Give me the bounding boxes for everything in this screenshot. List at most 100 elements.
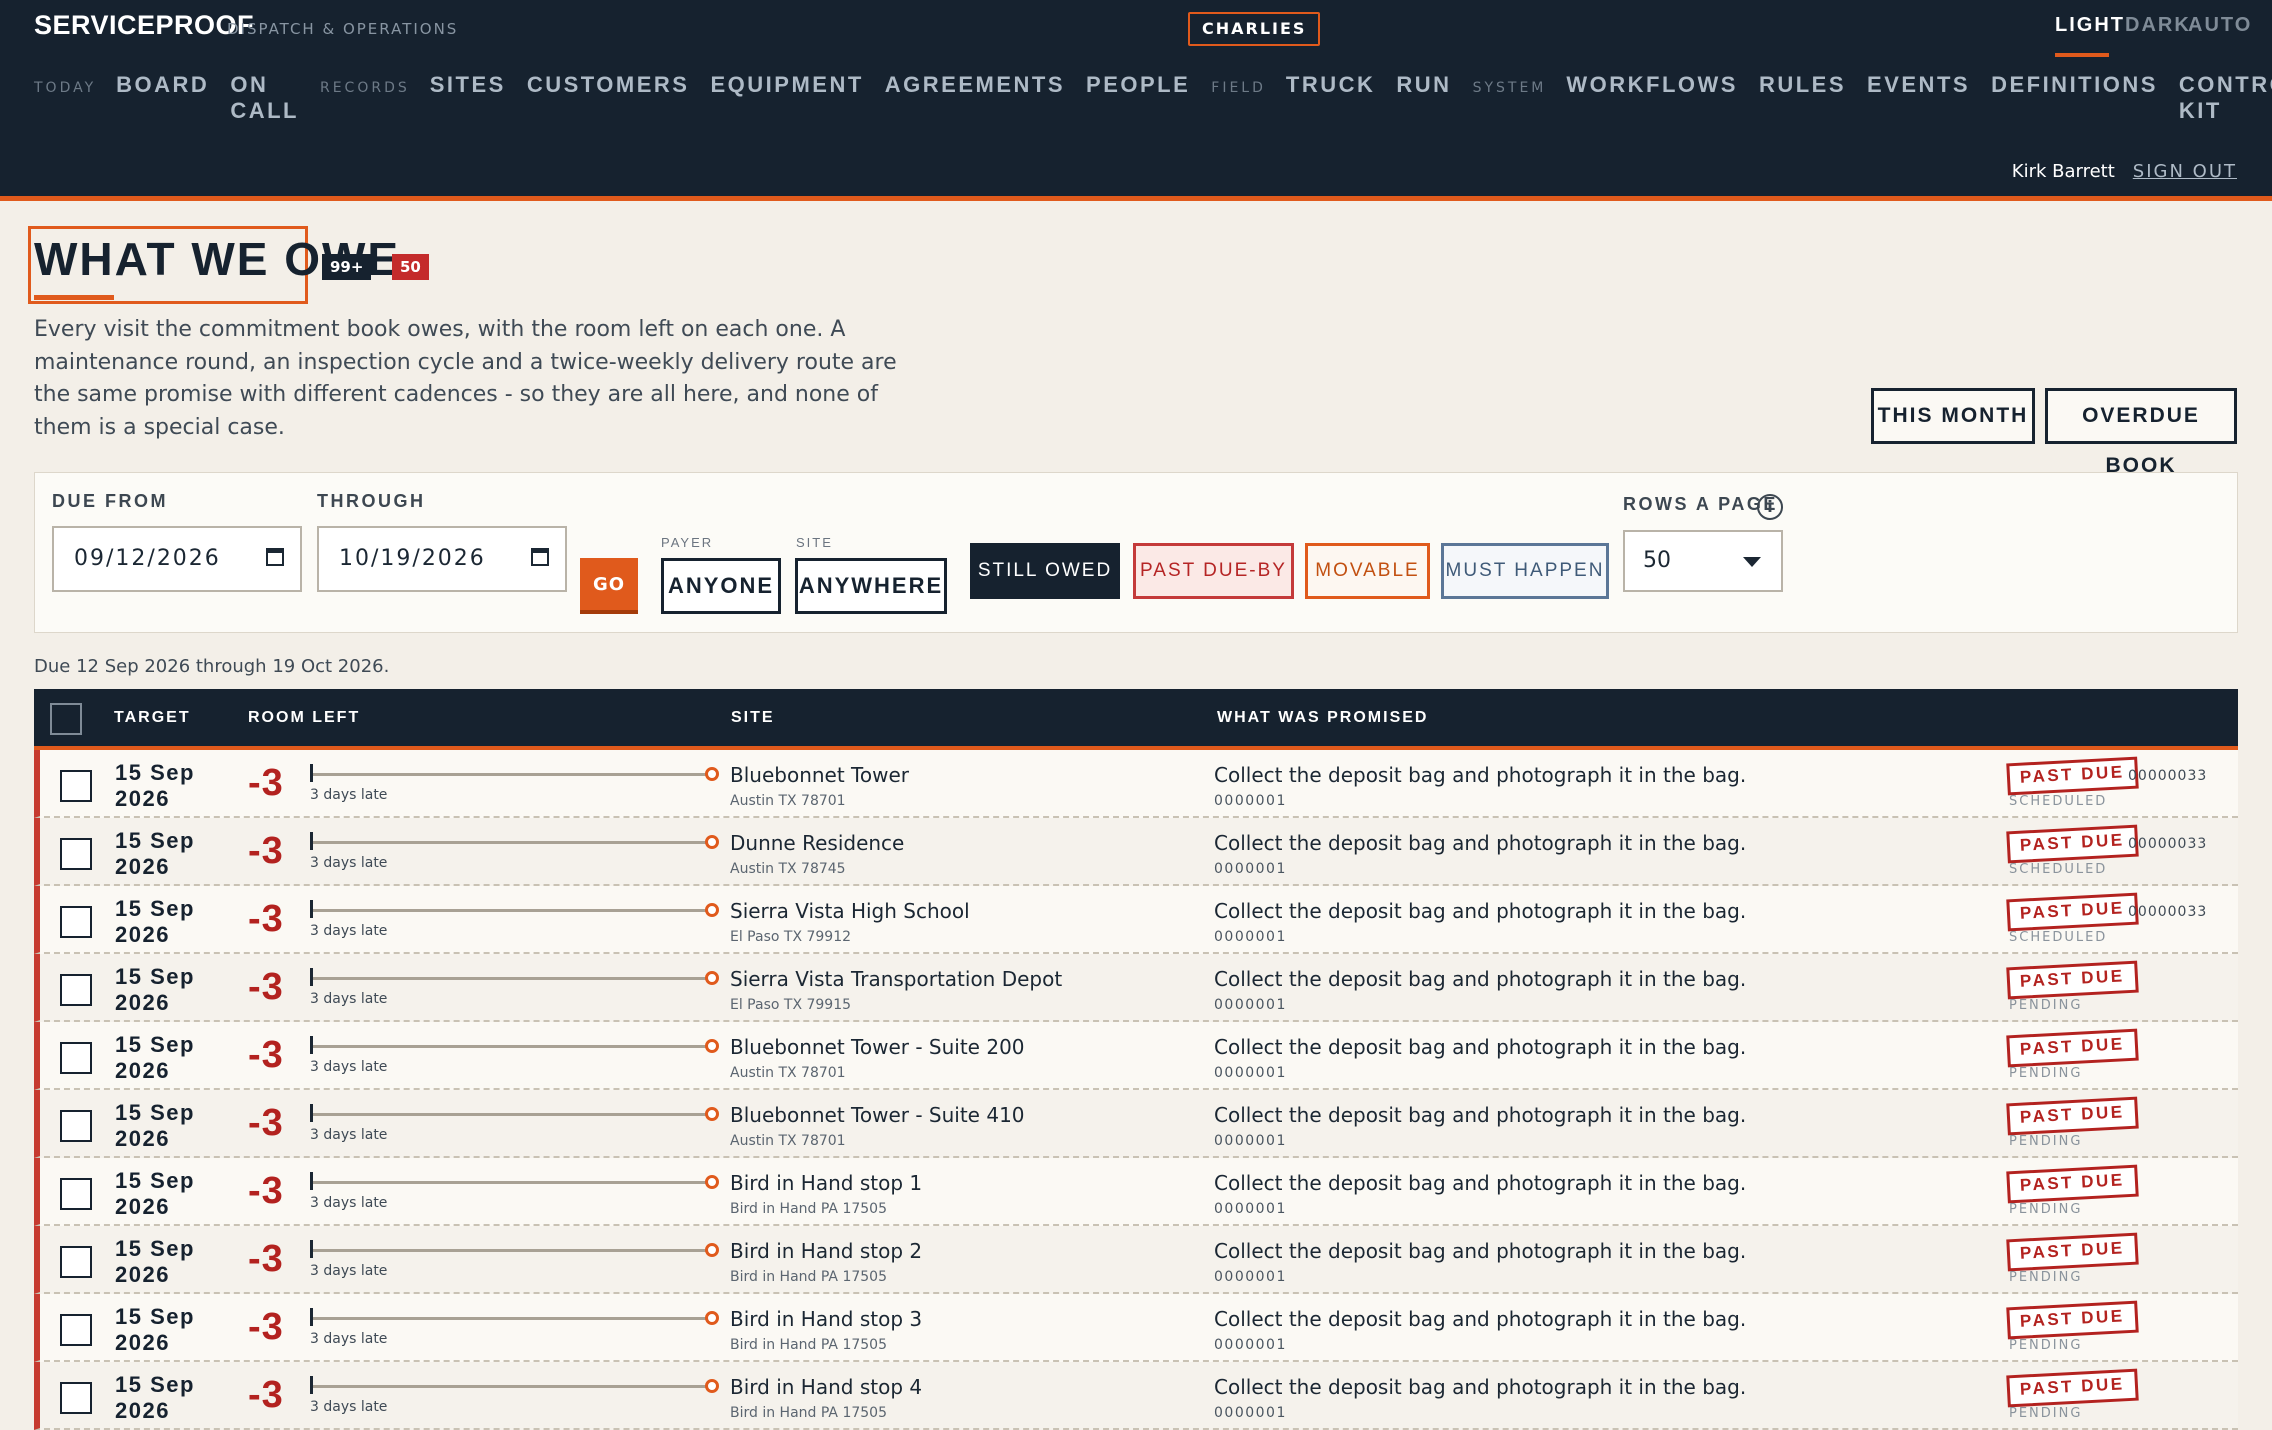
nav-item-equipment[interactable]: EQUIPMENT	[710, 72, 863, 98]
nav-group-label: TODAY	[34, 80, 97, 96]
promise-ref: 0000001	[1214, 1269, 1287, 1285]
nav-item-truck[interactable]: TRUCK	[1286, 72, 1376, 98]
room-left-marker	[310, 900, 313, 918]
row-checkbox[interactable]	[60, 1382, 92, 1414]
nav-item-sites[interactable]: SITES	[430, 72, 506, 98]
must-happen-chip[interactable]: MUST HAPPEN	[1441, 543, 1609, 599]
column-target[interactable]: TARGET	[114, 709, 191, 727]
table-row[interactable]: 15 Sep 2026 -3 3 days late Bird in Hand sto…	[34, 1226, 2238, 1294]
theme-light[interactable]: LIGHT	[2055, 14, 2125, 37]
nav-item-agreements[interactable]: AGREEMENTS	[885, 72, 1065, 98]
column-site[interactable]: SITE	[731, 709, 775, 727]
past-due-stamp: PAST DUE	[2006, 1368, 2139, 1408]
nav-item-rules[interactable]: RULES	[1759, 72, 1846, 98]
site-address: Austin TX 78701	[730, 1133, 846, 1149]
nav-item-customers[interactable]: CUSTOMERS	[527, 72, 690, 98]
due-from-input[interactable]: 09/12/2026	[52, 526, 302, 592]
nav-item-definitions[interactable]: DEFINITIONS	[1991, 72, 2158, 98]
site-name[interactable]: Bluebonnet Tower - Suite 410	[730, 1103, 1025, 1127]
row-checkbox[interactable]	[60, 974, 92, 1006]
rows-per-page-select[interactable]: 50	[1623, 530, 1783, 592]
nav-item-workflows[interactable]: WORKFLOWS	[1566, 72, 1738, 98]
table-row[interactable]: 15 Sep 2026 -3 3 days late Bluebonnet Tower…	[34, 1022, 2238, 1090]
promise-text[interactable]: Collect the deposit bag and photograph i…	[1214, 899, 1746, 923]
brand-logo[interactable]: SERVICEPROOF	[34, 10, 254, 41]
nav-item-events[interactable]: EVENTS	[1867, 72, 1970, 98]
promise-text[interactable]: Collect the deposit bag and photograph i…	[1214, 763, 1746, 787]
promise-text[interactable]: Collect the deposit bag and photograph i…	[1214, 1239, 1746, 1263]
site-address: Austin TX 78701	[730, 1065, 846, 1081]
site-name[interactable]: Bird in Hand stop 4	[730, 1375, 922, 1399]
nav-item-run[interactable]: RUN	[1396, 72, 1451, 98]
nav-item-control-kit[interactable]: CONTROL KIT	[2179, 72, 2272, 124]
table-row[interactable]: 15 Sep 2026 -3 3 days late Sierra Vista Hig…	[34, 886, 2238, 954]
promise-text[interactable]: Collect the deposit bag and photograph i…	[1214, 1307, 1746, 1331]
movable-chip[interactable]: MOVABLE	[1305, 543, 1430, 599]
still-owed-chip[interactable]: STILL OWED	[970, 543, 1120, 599]
due-from-value: 09/12/2026	[74, 546, 221, 571]
site-name[interactable]: Bird in Hand stop 2	[730, 1239, 922, 1263]
table-header: TARGET ROOM LEFT SITE WHAT WAS PROMISED	[34, 689, 2238, 750]
promise-text[interactable]: Collect the deposit bag and photograph i…	[1214, 1171, 1746, 1195]
promise-text[interactable]: Collect the deposit bag and photograph i…	[1214, 967, 1746, 991]
go-button[interactable]: GO	[580, 558, 638, 614]
row-checkbox[interactable]	[60, 1110, 92, 1142]
site-name[interactable]: Bird in Hand stop 1	[730, 1171, 922, 1195]
site-name[interactable]: Bird in Hand stop 3	[730, 1307, 922, 1331]
site-name[interactable]: Sierra Vista High School	[730, 899, 970, 923]
row-checkbox[interactable]	[60, 770, 92, 802]
table-row[interactable]: 15 Sep 2026 -3 3 days late Bluebonnet Tower…	[34, 750, 2238, 818]
theme-dark[interactable]: DARK	[2125, 14, 2191, 37]
table-row[interactable]: 15 Sep 2026 -3 3 days late Bird in Hand sto…	[34, 1158, 2238, 1226]
site-name[interactable]: Bluebonnet Tower - Suite 200	[730, 1035, 1025, 1059]
past-due-by-chip[interactable]: PAST DUE-BY	[1133, 543, 1294, 599]
row-checkbox[interactable]	[60, 906, 92, 938]
site-name[interactable]: Dunne Residence	[730, 831, 904, 855]
site-name[interactable]: Sierra Vista Transportation Depot	[730, 967, 1062, 991]
calendar-icon[interactable]	[266, 548, 284, 566]
table-row[interactable]: 15 Sep 2026 -3 3 days late Dunne Residence A…	[34, 818, 2238, 886]
overdue-book-button[interactable]: OVERDUE BOOK	[2045, 388, 2237, 477]
room-left-value: -3	[248, 1306, 284, 1348]
promise-text[interactable]: Collect the deposit bag and photograph i…	[1214, 831, 1746, 855]
site-address: Austin TX 78745	[730, 861, 846, 877]
calendar-icon[interactable]	[531, 548, 549, 566]
past-due-stamp: PAST DUE	[2006, 1232, 2139, 1272]
theme-auto[interactable]: AUTO	[2188, 14, 2252, 37]
info-icon[interactable]: i	[1757, 494, 1783, 520]
past-due-stamp: PAST DUE	[2006, 960, 2139, 1000]
payer-select[interactable]: ANYONE	[661, 558, 781, 614]
row-checkbox[interactable]	[60, 1178, 92, 1210]
due-by-marker	[705, 1311, 719, 1325]
row-checkbox[interactable]	[60, 1042, 92, 1074]
org-switcher[interactable]: CHARLIES	[1188, 12, 1321, 46]
promise-text[interactable]: Collect the deposit bag and photograph i…	[1214, 1375, 1746, 1399]
through-input[interactable]: 10/19/2026	[317, 526, 567, 592]
past-due-stamp: PAST DUE	[2006, 1096, 2139, 1136]
row-checkbox[interactable]	[60, 1314, 92, 1346]
promise-text[interactable]: Collect the deposit bag and photograph i…	[1214, 1103, 1746, 1127]
room-left-marker	[310, 1376, 313, 1394]
this-month-button[interactable]: THIS MONTH	[1871, 388, 2035, 444]
days-late-text: 3 days late	[310, 1331, 388, 1347]
row-checkbox[interactable]	[60, 838, 92, 870]
nav-item-on-call[interactable]: ON CALL	[230, 72, 299, 124]
site-select[interactable]: ANYWHERE	[795, 558, 947, 614]
chevron-down-icon	[1743, 557, 1761, 567]
select-all-checkbox[interactable]	[50, 703, 82, 735]
site-name[interactable]: Bluebonnet Tower	[730, 763, 909, 787]
column-promised[interactable]: WHAT WAS PROMISED	[1217, 709, 1428, 727]
nav-item-people[interactable]: PEOPLE	[1086, 72, 1190, 98]
table-row[interactable]: 15 Sep 2026 -3 3 days late Bluebonnet Tower…	[34, 1090, 2238, 1158]
sign-out-link[interactable]: SIGN OUT	[2133, 161, 2237, 182]
table-row[interactable]: 15 Sep 2026 -3 3 days late Bird in Hand sto…	[34, 1294, 2238, 1362]
due-by-marker	[705, 1039, 719, 1053]
column-room-left[interactable]: ROOM LEFT	[248, 709, 360, 727]
row-checkbox[interactable]	[60, 1246, 92, 1278]
days-late-text: 3 days late	[310, 1059, 388, 1075]
promise-text[interactable]: Collect the deposit bag and photograph i…	[1214, 1035, 1746, 1059]
site-address: Bird in Hand PA 17505	[730, 1337, 887, 1353]
room-left-value: -3	[248, 762, 284, 804]
table-row[interactable]: 15 Sep 2026 -3 3 days late Sierra Vista Tra…	[34, 954, 2238, 1022]
nav-item-board[interactable]: BOARD	[116, 72, 209, 98]
